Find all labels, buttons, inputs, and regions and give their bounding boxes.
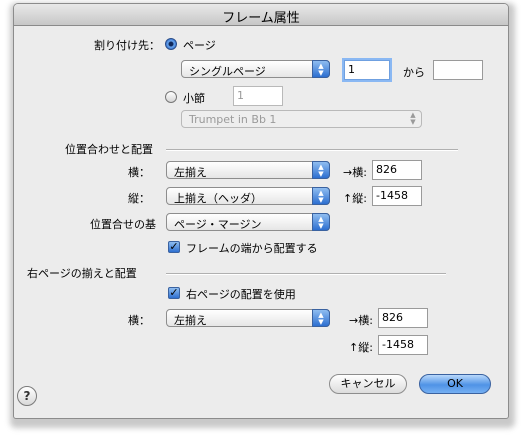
help-button[interactable]: ? xyxy=(17,386,37,406)
basis-value: ページ・マージン xyxy=(174,218,262,231)
popup-arrows-icon: ▲ ▼ xyxy=(312,309,330,327)
measure-field[interactable]: 1 xyxy=(233,86,283,106)
page-type-popup[interactable]: シングルページ ▲ ▼ xyxy=(181,60,330,78)
basis-popup[interactable]: ページ・マージン ▲ ▼ xyxy=(166,213,330,231)
attach-to-label: 割り付け先： xyxy=(94,39,160,52)
right-page-separator xyxy=(166,273,446,275)
rp-h-offset-label: →横: xyxy=(349,314,373,327)
horizontal-align-value: 左揃え xyxy=(174,166,207,179)
ok-button[interactable]: OK xyxy=(419,374,491,394)
measure-radio[interactable] xyxy=(165,91,177,103)
popup-arrows-icon: ▲ ▼ xyxy=(312,187,330,205)
popup-arrows-icon: ▲ ▼ xyxy=(410,111,416,126)
edge-checkbox-label: フレームの端から配置する xyxy=(186,242,318,255)
alignment-separator xyxy=(166,149,458,151)
page-radio-label: ページ xyxy=(183,39,216,52)
vertical-align-popup[interactable]: 上揃え（ヘッダ） ▲ ▼ xyxy=(166,187,330,205)
right-page-checkbox[interactable]: ✓ xyxy=(168,287,180,299)
rp-h-offset-field[interactable]: 826 xyxy=(378,308,428,328)
basis-label: 位置合せの基 xyxy=(90,218,156,231)
rp-horizontal-label: 横： xyxy=(128,314,150,327)
v-offset-field[interactable]: -1458 xyxy=(372,186,422,206)
horizontal-label: 横： xyxy=(128,166,150,179)
v-offset-label: ↑縦: xyxy=(343,192,367,205)
to-page-field[interactable] xyxy=(433,60,483,80)
page-radio[interactable] xyxy=(165,38,177,50)
page-type-value: シングルページ xyxy=(189,65,266,78)
instrument-value: Trumpet in Bb 1 xyxy=(189,113,277,126)
popup-arrows-icon: ▲ ▼ xyxy=(312,60,330,78)
rp-horizontal-align-value: 左揃え xyxy=(174,314,207,327)
from-label: から xyxy=(403,66,425,79)
right-page-checkbox-label: 右ページの配置を使用 xyxy=(186,288,296,301)
h-offset-label: →横: xyxy=(343,166,367,179)
rp-v-offset-field[interactable]: -1458 xyxy=(378,335,428,355)
window-title: フレーム属性 xyxy=(222,11,300,26)
title-bar[interactable]: フレーム属性 xyxy=(14,4,508,26)
h-offset-field[interactable]: 826 xyxy=(372,160,422,180)
edge-checkbox[interactable]: ✓ xyxy=(168,241,180,253)
frame-attributes-dialog: フレーム属性 割り付け先： ページ シングルページ ▲ ▼ 1 から 小節 1 T… xyxy=(13,3,509,419)
rp-horizontal-align-popup[interactable]: 左揃え ▲ ▼ xyxy=(166,309,330,327)
measure-radio-label: 小節 xyxy=(183,92,205,105)
rp-v-offset-label: ↑縦: xyxy=(349,341,373,354)
alignment-section-label: 位置合わせと配置 xyxy=(65,143,153,156)
vertical-align-value: 上揃え（ヘッダ） xyxy=(174,192,262,205)
from-page-field[interactable]: 1 xyxy=(344,60,390,80)
popup-arrows-icon: ▲ ▼ xyxy=(312,213,330,231)
popup-arrows-icon: ▲ ▼ xyxy=(312,161,330,179)
right-page-section-label: 右ページの揃えと配置 xyxy=(27,267,137,280)
cancel-button[interactable]: キャンセル xyxy=(329,374,407,394)
horizontal-align-popup[interactable]: 左揃え ▲ ▼ xyxy=(166,161,330,179)
instrument-popup[interactable]: Trumpet in Bb 1 ▲ ▼ xyxy=(181,110,422,128)
vertical-label: 縦： xyxy=(128,192,150,205)
